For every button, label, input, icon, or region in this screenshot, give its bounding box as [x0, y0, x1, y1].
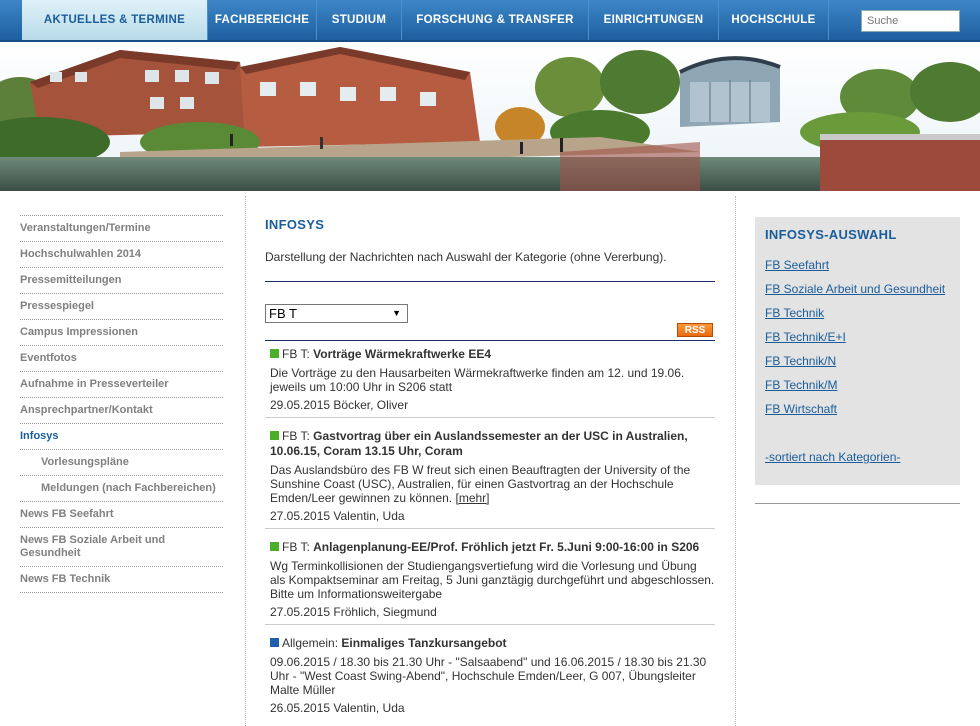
news-item: Allgemein: Einmaliges Tanzkursangebot 09…	[265, 634, 715, 720]
main-content: INFOSYS Darstellung der Nachrichten nach…	[265, 217, 715, 715]
news-category: FB T:	[282, 347, 310, 361]
page-title: INFOSYS	[265, 217, 325, 232]
intro-text: Darstellung der Nachrichten nach Auswahl…	[265, 250, 667, 264]
dropdown-arrow-icon: ▼	[392, 308, 401, 318]
sidebar-item-campus-impressionen[interactable]: Campus Impressionen	[20, 319, 223, 345]
news-item: FB T: Gastvortrag über ein Auslandssemes…	[265, 427, 715, 529]
news-meta: 29.05.2015 Böcker, Oliver	[270, 398, 409, 412]
nav-studium[interactable]: STUDIUM	[317, 0, 402, 40]
news-meta: 26.05.2015 Valentin, Uda	[270, 701, 405, 715]
news-item: FB T: Vorträge Wärmekraftwerke EE4 Die V…	[265, 345, 715, 418]
sidebar-item-veranstaltungen[interactable]: Veranstaltungen/Termine	[20, 215, 223, 241]
link-fb-technik-ei[interactable]: FB Technik/E+I	[765, 330, 950, 344]
news-meta: 27.05.2015 Valentin, Uda	[270, 509, 405, 523]
divider	[265, 281, 715, 282]
nav-forschung-transfer[interactable]: FORSCHUNG & TRANSFER	[402, 0, 589, 40]
news-title[interactable]: Vorträge Wärmekraftwerke EE4	[313, 347, 491, 361]
infosys-selection-box: INFOSYS-AUSWAHL FB Seefahrt FB Soziale A…	[755, 217, 960, 485]
nav-einrichtungen[interactable]: EINRICHTUNGEN	[589, 0, 719, 40]
news-body-container: Das Auslandsbüro des FB W freut sich ein…	[270, 463, 715, 505]
link-fb-soziale-arbeit[interactable]: FB Soziale Arbeit und Gesundheit	[765, 282, 950, 296]
news-meta: 27.05.2015 Fröhlich, Siegmund	[270, 605, 437, 619]
main-navigation: AKTUELLES & TERMINE FACHBEREICHE STUDIUM…	[0, 0, 980, 42]
sidebar-item-vorlesungsplaene[interactable]: Vorlesungspläne	[20, 449, 223, 475]
category-marker-icon	[270, 431, 279, 440]
link-fb-technik-n[interactable]: FB Technik/N	[765, 354, 950, 368]
news-title[interactable]: Anlagenplanung-EE/Prof. Fröhlich jetzt F…	[313, 540, 699, 554]
news-list: FB T: Vorträge Wärmekraftwerke EE4 Die V…	[265, 345, 715, 726]
category-marker-icon	[270, 542, 279, 551]
sidebar-item-infosys[interactable]: Infosys	[20, 423, 223, 449]
campus-photo	[0, 42, 980, 191]
sidebar-item-presseverteiler[interactable]: Aufnahme in Presseverteiler	[20, 371, 223, 397]
news-body: Wg Terminkollisionen der Studiengangsver…	[270, 559, 715, 601]
news-title[interactable]: Gastvortrag über ein Auslandssemester an…	[270, 429, 688, 458]
link-sorted-by-category[interactable]: -sortiert nach Kategorien-	[765, 450, 950, 464]
sidebar-divider	[20, 592, 223, 593]
more-link[interactable]: [mehr]	[455, 491, 489, 505]
sidebar-item-meldungen[interactable]: Meldungen (nach Fachbereichen)	[20, 475, 223, 501]
nav-aktuelles-termine[interactable]: AKTUELLES & TERMINE	[22, 0, 208, 40]
infosys-selection-title: INFOSYS-AUSWAHL	[765, 227, 897, 242]
campus-banner-image	[0, 42, 980, 191]
news-title[interactable]: Einmaliges Tanzkursangebot	[341, 636, 506, 650]
link-fb-wirtschaft[interactable]: FB Wirtschaft	[765, 402, 950, 416]
divider	[265, 340, 715, 341]
category-marker-icon	[270, 349, 279, 358]
column-divider-left	[245, 196, 246, 726]
news-body: 09.06.2015 / 18.30 bis 21.30 Uhr - "Sals…	[270, 655, 707, 697]
news-category: FB T:	[282, 540, 310, 554]
nav-fachbereiche[interactable]: FACHBEREICHE	[208, 0, 317, 40]
divider	[755, 503, 960, 504]
link-fb-seefahrt[interactable]: FB Seefahrt	[765, 258, 950, 272]
search-input[interactable]	[861, 10, 960, 32]
category-select-value: FB T	[269, 306, 297, 321]
nav-hochschule[interactable]: HOCHSCHULE	[719, 0, 829, 40]
sidebar-item-hochschulwahlen[interactable]: Hochschulwahlen 2014	[20, 241, 223, 267]
link-fb-technik[interactable]: FB Technik	[765, 306, 950, 320]
sidebar-item-news-seefahrt[interactable]: News FB Seefahrt	[20, 501, 223, 527]
sidebar-item-pressemitteilungen[interactable]: Pressemitteilungen	[20, 267, 223, 293]
rss-button[interactable]: RSS	[677, 323, 713, 337]
category-select[interactable]: FB T ▼	[265, 304, 408, 323]
sidebar-item-eventfotos[interactable]: Eventfotos	[20, 345, 223, 371]
column-divider-right	[735, 196, 736, 726]
news-body: Die Vorträge zu den Hausarbeiten Wärmekr…	[270, 366, 685, 394]
sidebar-item-pressespiegel[interactable]: Pressespiegel	[20, 293, 223, 319]
news-item: FB T: Anlagenplanung-EE/Prof. Fröhlich j…	[265, 538, 715, 625]
sidebar-item-ansprechpartner[interactable]: Ansprechpartner/Kontakt	[20, 397, 223, 423]
sidebar-navigation: Veranstaltungen/Termine Hochschulwahlen …	[20, 215, 223, 593]
link-fb-technik-m[interactable]: FB Technik/M	[765, 378, 950, 392]
sidebar-item-news-technik[interactable]: News FB Technik	[20, 566, 223, 592]
news-category: FB T:	[282, 429, 310, 443]
sidebar-item-news-soziale-arbeit[interactable]: News FB Soziale Arbeit und Gesundheit	[20, 527, 223, 566]
news-category: Allgemein:	[282, 636, 339, 650]
category-marker-icon	[270, 638, 279, 647]
